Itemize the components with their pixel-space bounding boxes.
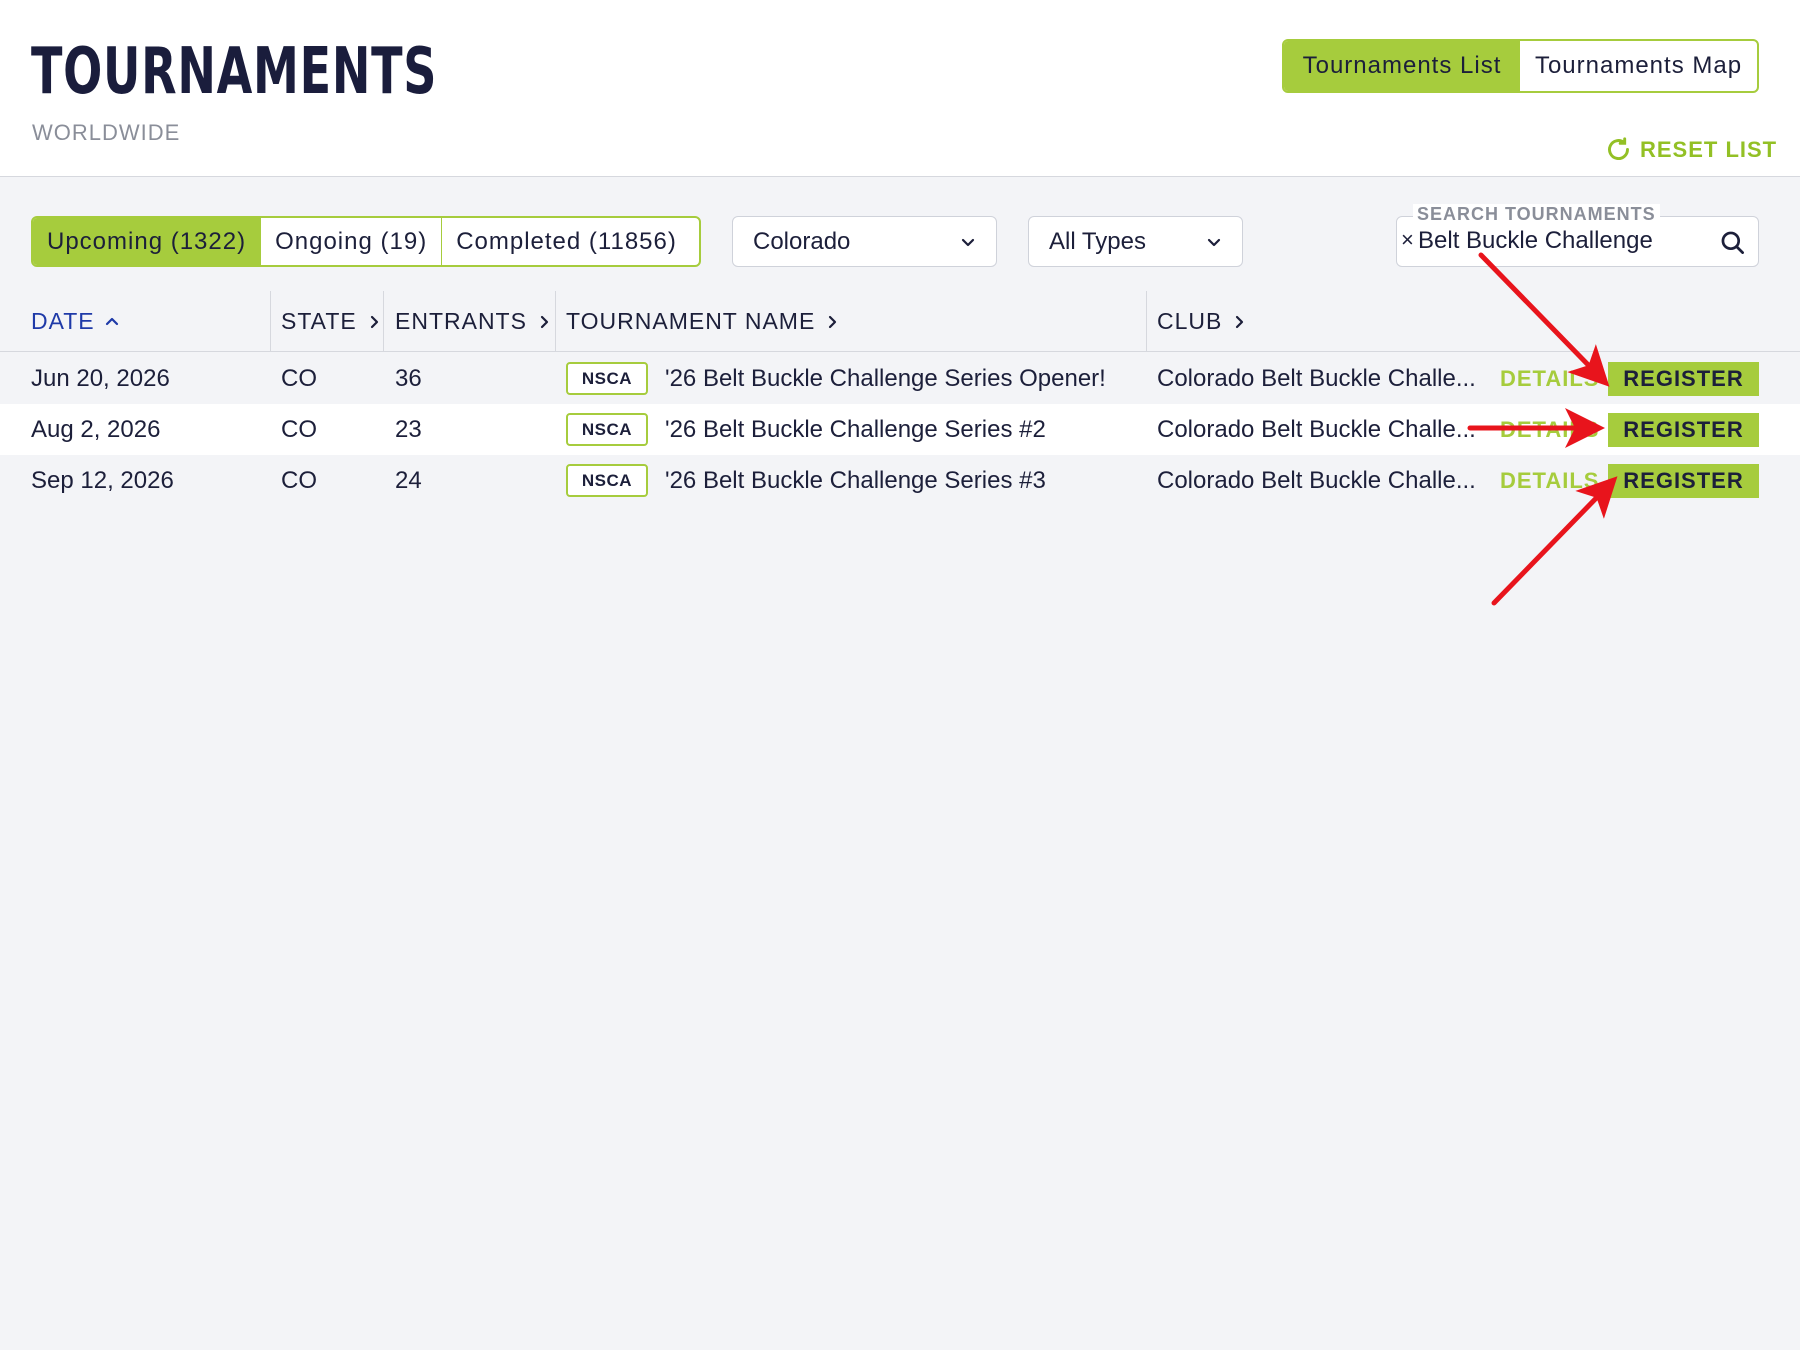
reset-list-button[interactable]: RESET LIST — [1605, 136, 1777, 163]
column-header-state[interactable]: STATE — [281, 291, 381, 352]
register-button[interactable]: REGISTER — [1608, 362, 1759, 396]
row-entrants: 24 — [395, 466, 422, 494]
type-select[interactable]: All Types — [1028, 216, 1243, 267]
column-header-date[interactable]: DATE — [31, 291, 119, 352]
column-header-entrants-label: ENTRANTS — [395, 308, 527, 334]
search-box: SEARCH TOURNAMENTS × — [1396, 204, 1759, 267]
row-entrants: 23 — [395, 415, 422, 443]
association-badge: NSCA — [566, 362, 648, 395]
tournaments-list-button[interactable]: Tournaments List — [1284, 41, 1520, 91]
row-state: CO — [281, 364, 317, 392]
chevron-down-icon — [961, 238, 975, 246]
page-header: TOURNAMENTS WORLDWIDE Tournaments List T… — [0, 0, 1800, 177]
column-header-entrants[interactable]: ENTRANTS — [395, 291, 551, 352]
page-title: TOURNAMENTS — [31, 35, 438, 109]
table-row[interactable]: Jun 20, 2026 CO 36 NSCA '26 Belt Buckle … — [0, 353, 1800, 404]
state-select[interactable]: Colorado — [732, 216, 997, 267]
column-header-date-label: DATE — [31, 308, 95, 334]
chevron-right-icon — [829, 315, 837, 328]
register-button[interactable]: REGISTER — [1608, 464, 1759, 498]
association-badge: NSCA — [566, 464, 648, 497]
tournaments-map-button[interactable]: Tournaments Map — [1520, 41, 1757, 91]
row-club[interactable]: Colorado Belt Buckle Challe... — [1157, 404, 1476, 455]
column-header-club[interactable]: CLUB — [1157, 291, 1246, 352]
search-icon[interactable] — [1719, 229, 1746, 256]
type-select-value: All Types — [1049, 227, 1146, 255]
column-divider — [1146, 291, 1147, 352]
row-entrants: 36 — [395, 364, 422, 392]
table-row[interactable]: Aug 2, 2026 CO 23 NSCA '26 Belt Buckle C… — [0, 404, 1800, 455]
column-divider — [383, 291, 384, 352]
row-date: Jun 20, 2026 — [31, 364, 170, 392]
tab-upcoming[interactable]: Upcoming (1322) — [33, 218, 262, 265]
view-toggle: Tournaments List Tournaments Map — [1282, 39, 1759, 93]
row-date: Sep 12, 2026 — [31, 466, 174, 494]
register-button[interactable]: REGISTER — [1608, 413, 1759, 447]
annotation-arrows — [1467, 252, 1618, 606]
tab-completed[interactable]: Completed (11856) — [442, 218, 691, 265]
chevron-right-icon — [1236, 315, 1244, 328]
state-select-value: Colorado — [753, 227, 851, 255]
page-subtitle: WORLDWIDE — [32, 120, 181, 145]
column-divider — [555, 291, 556, 352]
association-badge: NSCA — [566, 413, 648, 446]
row-state: CO — [281, 466, 317, 494]
reset-list-label: RESET LIST — [1640, 136, 1778, 162]
chevron-down-icon — [1207, 238, 1221, 246]
chevron-right-icon — [540, 315, 549, 328]
column-divider — [270, 291, 271, 352]
row-tournament-name[interactable]: '26 Belt Buckle Challenge Series Opener! — [665, 353, 1106, 404]
column-header-tournament-name[interactable]: TOURNAMENT NAME — [566, 291, 839, 352]
chevron-up-icon — [105, 317, 118, 325]
row-tournament-name[interactable]: '26 Belt Buckle Challenge Series #2 — [665, 404, 1046, 455]
table-header: DATE STATE ENTRANTS TOURNAMENT NAME CLUB — [0, 291, 1800, 352]
column-header-state-label: STATE — [281, 308, 357, 334]
row-date: Aug 2, 2026 — [31, 415, 161, 443]
details-link[interactable]: DETAILS — [1500, 455, 1599, 506]
page: TOURNAMENTS WORLDWIDE Tournaments List T… — [0, 0, 1800, 1350]
row-tournament-name[interactable]: '26 Belt Buckle Challenge Series #3 — [665, 455, 1046, 506]
tab-ongoing[interactable]: Ongoing (19) — [261, 218, 443, 265]
row-state: CO — [281, 415, 317, 443]
details-link[interactable]: DETAILS — [1500, 353, 1599, 404]
refresh-icon — [1608, 137, 1629, 160]
details-link[interactable]: DETAILS — [1500, 404, 1599, 455]
search-label: SEARCH TOURNAMENTS — [1413, 204, 1660, 225]
search-input[interactable] — [1418, 226, 1708, 256]
column-header-club-label: CLUB — [1157, 308, 1223, 334]
table-row[interactable]: Sep 12, 2026 CO 24 NSCA '26 Belt Buckle … — [0, 455, 1800, 506]
clear-search-icon[interactable]: × — [1401, 227, 1414, 253]
column-header-tournament-name-label: TOURNAMENT NAME — [566, 308, 816, 334]
row-club[interactable]: Colorado Belt Buckle Challe... — [1157, 455, 1476, 506]
chevron-right-icon — [370, 315, 378, 328]
status-tabs: Upcoming (1322) Ongoing (19) Completed (… — [31, 216, 701, 267]
row-club[interactable]: Colorado Belt Buckle Challe... — [1157, 353, 1476, 404]
